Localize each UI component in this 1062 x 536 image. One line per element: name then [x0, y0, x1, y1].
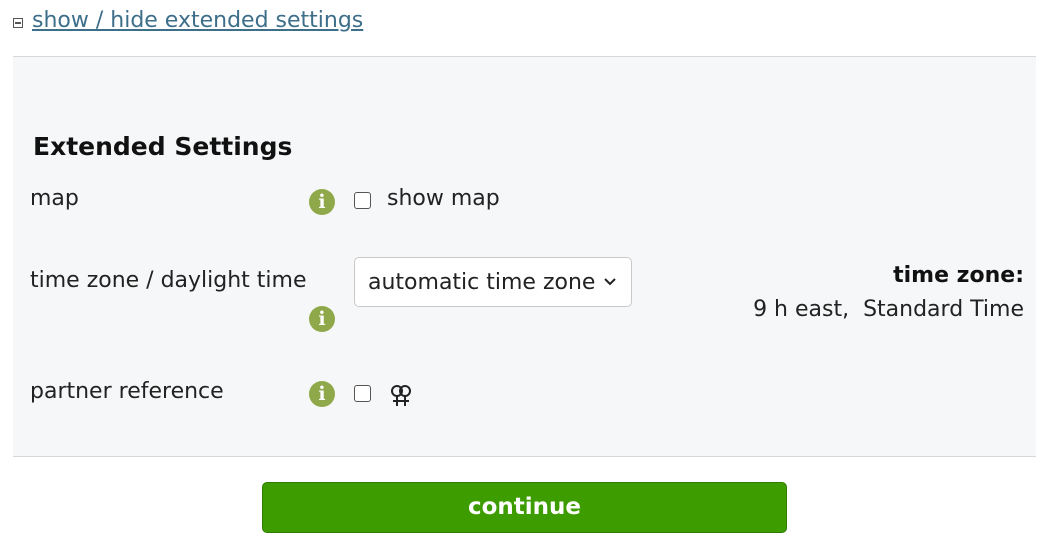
extended-settings-toggle[interactable]: show / hide extended settings	[13, 8, 363, 33]
map-label: map	[30, 186, 79, 211]
continue-button[interactable]: continue	[262, 482, 787, 533]
extended-settings-panel: Extended Settings map i show map time zo…	[13, 56, 1036, 457]
timezone-select-value: automatic time zone	[368, 269, 596, 295]
show-map-checkbox[interactable]	[354, 192, 371, 209]
timezone-select[interactable]: automatic time zone	[354, 257, 632, 307]
double-venus-icon	[391, 385, 411, 406]
map-info-icon[interactable]: i	[309, 189, 335, 215]
timezone-info-icon[interactable]: i	[309, 306, 335, 332]
partner-info-icon[interactable]: i	[309, 381, 335, 407]
show-hide-extended-settings-link[interactable]: show / hide extended settings	[32, 8, 363, 33]
timezone-summary-value: 9 h east, Standard Time	[753, 297, 1024, 322]
partner-reference-checkbox[interactable]	[354, 385, 371, 402]
partner-reference-label: partner reference	[30, 379, 224, 404]
chevron-down-icon	[604, 278, 616, 286]
collapse-icon[interactable]	[13, 17, 23, 28]
extended-settings-heading: Extended Settings	[33, 132, 293, 161]
timezone-summary-title: time zone:	[893, 263, 1024, 288]
show-map-label[interactable]: show map	[387, 186, 500, 211]
timezone-label: time zone / daylight time	[30, 268, 307, 293]
